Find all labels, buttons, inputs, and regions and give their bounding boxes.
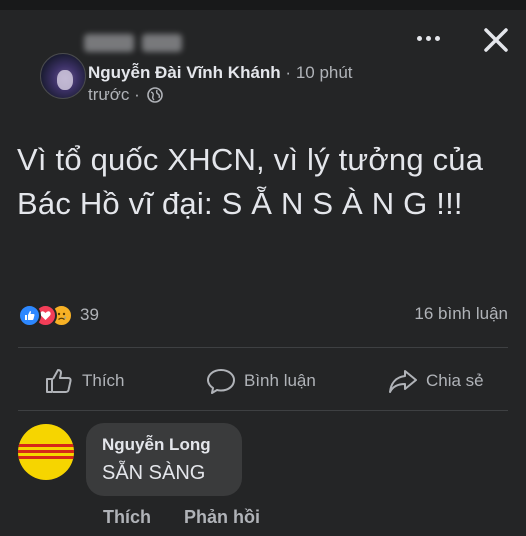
- blurred-text: [84, 34, 134, 52]
- post-header: Nguyễn Đài Vĩnh Khánh · 10 phút: [88, 63, 353, 82]
- post-meta: trước ·: [88, 84, 163, 109]
- reactions-summary[interactable]: 39: [18, 302, 99, 328]
- comment-like-button[interactable]: Thích: [103, 507, 151, 528]
- top-bar: [0, 0, 526, 10]
- share-icon: [389, 370, 417, 393]
- more-options-icon[interactable]: [412, 26, 444, 50]
- divider: [18, 410, 508, 411]
- comment-reply-button[interactable]: Phản hồi: [184, 507, 260, 528]
- commenter-avatar[interactable]: [18, 424, 74, 480]
- divider: [18, 347, 508, 348]
- comment-text: SẴN SÀNG: [102, 462, 206, 484]
- globe-icon: [146, 87, 163, 109]
- comment-icon: [207, 369, 235, 394]
- close-icon[interactable]: [482, 26, 510, 54]
- comment-count[interactable]: 16 bình luận: [414, 304, 508, 324]
- share-label: Chia sẻ: [426, 371, 484, 390]
- comment-bubble: Nguyễn Long SẴN SÀNG: [86, 423, 242, 496]
- thumbs-up-icon: [46, 369, 72, 393]
- meta-separator: ·: [134, 85, 140, 104]
- blurred-text: [142, 34, 182, 52]
- post-time[interactable]: 10 phút: [296, 63, 353, 82]
- post-text: Vì tổ quốc XHCN, vì lý tưởng của Bác Hồ …: [17, 142, 484, 221]
- share-button[interactable]: Chia sẻ: [388, 366, 484, 396]
- like-button[interactable]: Thích: [44, 366, 125, 396]
- like-reaction-icon: [18, 303, 41, 327]
- like-label: Thích: [82, 371, 125, 390]
- comment-label: Bình luận: [244, 371, 316, 390]
- author-avatar[interactable]: [40, 53, 86, 99]
- post-time-suffix: trước: [88, 85, 130, 104]
- comment-button[interactable]: Bình luận: [206, 366, 316, 396]
- commenter-name[interactable]: Nguyễn Long: [102, 435, 211, 455]
- reaction-count: 39: [80, 305, 99, 324]
- author-name[interactable]: Nguyễn Đài Vĩnh Khánh: [88, 63, 281, 82]
